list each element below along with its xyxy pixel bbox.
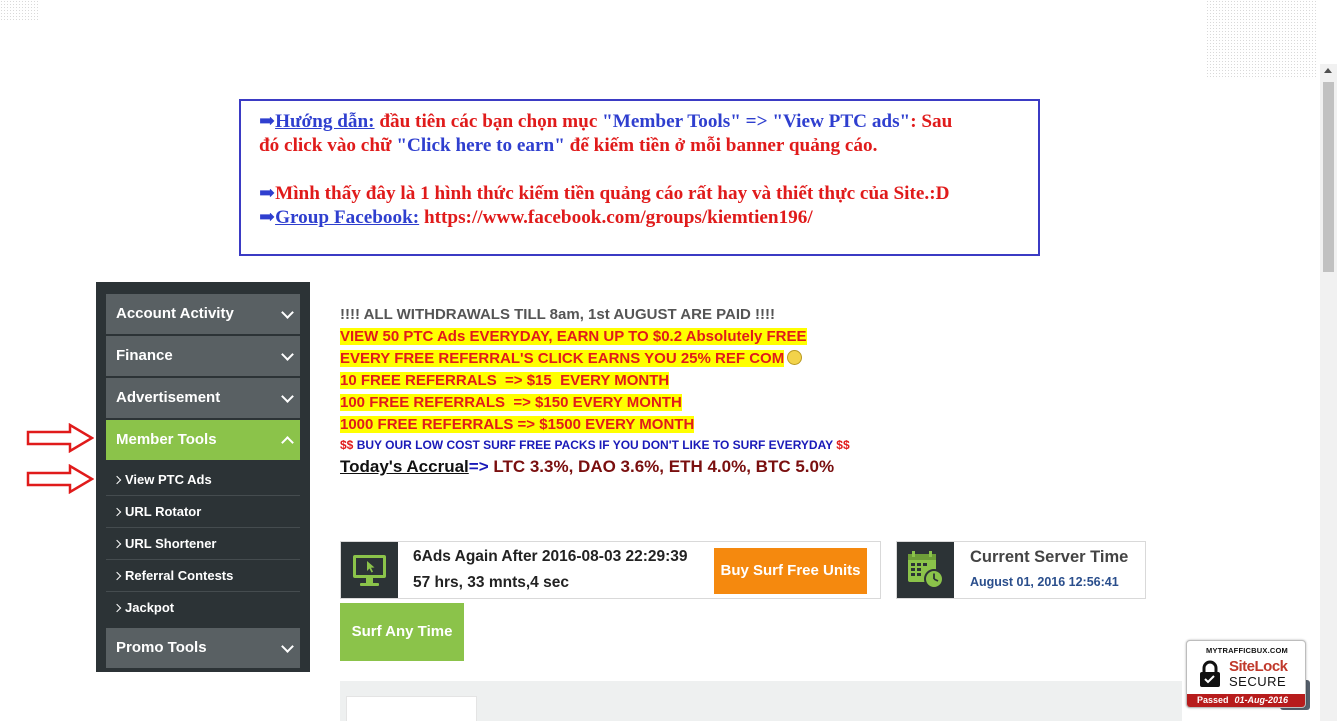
surf-packs-notice: $$ BUY OUR LOW COST SURF FREE PACKS IF Y…	[340, 436, 850, 454]
caret-right-icon	[112, 603, 122, 613]
sidebar-item-label: Finance	[116, 347, 173, 364]
red-arrow-icon	[26, 464, 94, 494]
content-card	[346, 696, 477, 721]
notice-text: để kiếm tiền ở mỗi banner quảng cáo.	[564, 135, 878, 156]
highlight-text: EVERY FREE REFERRAL'S CLICK EARNS YOU 25…	[340, 350, 785, 367]
submenu-view-ptc-ads[interactable]: View PTC Ads	[106, 464, 300, 496]
chevron-down-icon	[281, 348, 294, 361]
highlight-text: VIEW 50 PTC Ads EVERYDAY, EARN UP TO $0.…	[340, 328, 807, 345]
notice-line-1: ➡Hướng dẫn: đầu tiên các bạn chọn mục "M…	[259, 110, 1022, 134]
chevron-down-icon	[281, 306, 294, 319]
scroll-up-icon[interactable]	[1324, 68, 1332, 73]
guide-link[interactable]: Hướng dẫn:	[275, 111, 374, 132]
sidebar-item-advertisement[interactable]: Advertisement	[106, 378, 300, 418]
chevron-down-icon	[281, 390, 294, 403]
announcement-row: EVERY FREE REFERRAL'S CLICK EARNS YOU 25…	[340, 348, 850, 370]
submenu-referral-contests[interactable]: Referral Contests	[106, 560, 300, 592]
highlight-text: 100 FREE REFERRALS => $150 EVERY MONTH	[340, 394, 682, 411]
submenu-label: URL Shortener	[125, 536, 217, 551]
accrual-arrow: =>	[468, 457, 489, 476]
sidebar-item-label: Promo Tools	[116, 639, 207, 656]
notice-line-3: ➡Mình thấy đây là 1 hình thức kiếm tiền …	[259, 182, 1022, 206]
dot-grid-top-right	[1206, 0, 1316, 78]
sidebar-item-finance[interactable]: Finance	[106, 336, 300, 376]
notice-spacer	[259, 158, 1022, 182]
submenu-label: Referral Contests	[125, 568, 234, 583]
announcement-row: 100 FREE REFERRALS => $150 EVERY MONTH	[340, 392, 850, 414]
notice-text: Mình thấy đây là 1 hình thức kiếm tiền q…	[275, 183, 950, 204]
caret-right-icon	[112, 539, 122, 549]
sidebar-item-label: Account Activity	[116, 305, 234, 322]
notice-text: đầu tiên các bạn chọn mục	[374, 111, 603, 132]
notice-line-4: ➡Group Facebook: https://www.facebook.co…	[259, 206, 1022, 230]
smiley-icon	[787, 350, 803, 365]
right-arrow-icon: ➡	[259, 111, 276, 132]
submenu-url-rotator[interactable]: URL Rotator	[106, 496, 300, 528]
sidebar-item-label: Member Tools	[116, 431, 217, 448]
notice-quote: "Click here to earn"	[396, 135, 565, 156]
server-time-value: August 01, 2016 12:56:41	[970, 575, 1119, 589]
facebook-group-link[interactable]: Group Facebook:	[275, 207, 419, 228]
submenu-url-shortener[interactable]: URL Shortener	[106, 528, 300, 560]
red-arrow-icon	[26, 423, 94, 453]
facebook-group-url[interactable]: https://www.facebook.com/groups/kiemtien…	[419, 207, 813, 228]
announcements: !!!! ALL WITHDRAWALS TILL 8am, 1st AUGUS…	[340, 304, 850, 480]
caret-right-icon	[112, 571, 122, 581]
sitelock-badge[interactable]: MYTRAFFICBUX.COM SiteLock SECURE Passed 0…	[1186, 640, 1306, 708]
sitelock-domain: MYTRAFFICBUX.COM	[1206, 646, 1288, 655]
member-tools-submenu: View PTC Ads URL Rotator URL Shortener R…	[106, 464, 300, 624]
highlight-text: 1000 FREE REFERRALS => $1500 EVERY MONTH	[340, 416, 695, 433]
sidebar-menu: Account Activity Finance Advertisement M…	[96, 282, 310, 672]
dot-grid-top-left	[0, 0, 40, 22]
buy-surf-free-units-button[interactable]: Buy Surf Free Units	[714, 548, 867, 594]
announcement-row: 10 FREE REFERRALS => $15 EVERY MONTH	[340, 370, 850, 392]
submenu-jackpot[interactable]: Jackpot	[106, 592, 300, 624]
calendar-clock-icon	[908, 551, 944, 589]
accrual-values: LTC 3.3%, DAO 3.6%, ETH 4.0%, BTC 5.0%	[488, 457, 835, 476]
submenu-label: View PTC Ads	[125, 472, 212, 487]
dollar-sign: $$	[340, 438, 354, 452]
notice-line-2: đó click vào chữ "Click here to earn" để…	[259, 134, 1022, 158]
accrual-label: Today's Accrual	[340, 457, 469, 476]
announcement-row: 1000 FREE REFERRALS => $1500 EVERY MONTH	[340, 414, 850, 436]
right-arrow-icon: ➡	[259, 183, 276, 204]
chevron-down-icon	[281, 640, 294, 653]
sitelock-brand: SiteLock	[1229, 658, 1288, 675]
instruction-notice: ➡Hướng dẫn: đầu tiên các bạn chọn mục "M…	[239, 99, 1040, 256]
dollar-sign: $$	[836, 438, 850, 452]
highlight-text: 10 FREE REFERRALS => $15 EVERY MONTH	[340, 372, 670, 389]
scrollbar-thumb[interactable]	[1323, 82, 1334, 272]
withdrawals-notice: !!!! ALL WITHDRAWALS TILL 8am, 1st AUGUS…	[340, 306, 775, 323]
calendar-icon-box	[897, 542, 954, 598]
sitelock-secure: SECURE	[1229, 674, 1287, 689]
surf-any-time-button[interactable]: Surf Any Time	[340, 603, 464, 661]
ads-countdown: 57 hrs, 33 mnts,4 sec	[413, 574, 569, 591]
notice-quote: "Member Tools" => "View PTC ads"	[602, 111, 911, 132]
monitor-cursor-icon	[353, 555, 386, 586]
ads-status-panel: 6Ads Again After 2016-08-03 22:29:39 57 …	[340, 541, 881, 599]
chevron-up-icon	[281, 436, 294, 449]
server-time-panel: Current Server Time August 01, 2016 12:5…	[896, 541, 1146, 599]
sidebar-item-account-activity[interactable]: Account Activity	[106, 294, 300, 334]
packs-text: BUY OUR LOW COST SURF FREE PACKS IF YOU …	[353, 438, 837, 452]
sitelock-passed-bar: Passed 01-Aug-2016	[1187, 694, 1305, 707]
todays-accrual: Today's Accrual=> LTC 3.3%, DAO 3.6%, ET…	[340, 454, 850, 480]
caret-right-icon	[112, 475, 122, 485]
sitelock-date: 01-Aug-2016	[1234, 695, 1289, 705]
sidebar-item-member-tools[interactable]: Member Tools	[106, 420, 300, 460]
sidebar-item-promo-tools[interactable]: Promo Tools	[106, 628, 300, 668]
notice-text: đó click vào chữ	[259, 135, 397, 156]
notice-text: : Sau	[910, 111, 953, 132]
caret-right-icon	[112, 507, 122, 517]
right-arrow-icon: ➡	[259, 207, 276, 228]
ads-again-after: 6Ads Again After 2016-08-03 22:29:39	[413, 548, 688, 565]
announcement-row: VIEW 50 PTC Ads EVERYDAY, EARN UP TO $0.…	[340, 326, 850, 348]
sitelock-passed: Passed	[1197, 695, 1229, 705]
server-time-title: Current Server Time	[970, 548, 1129, 566]
sidebar-item-label: Advertisement	[116, 389, 221, 406]
submenu-label: URL Rotator	[125, 504, 202, 519]
monitor-icon-box	[341, 542, 398, 598]
submenu-label: Jackpot	[125, 600, 175, 615]
padlock-icon	[1200, 660, 1220, 687]
